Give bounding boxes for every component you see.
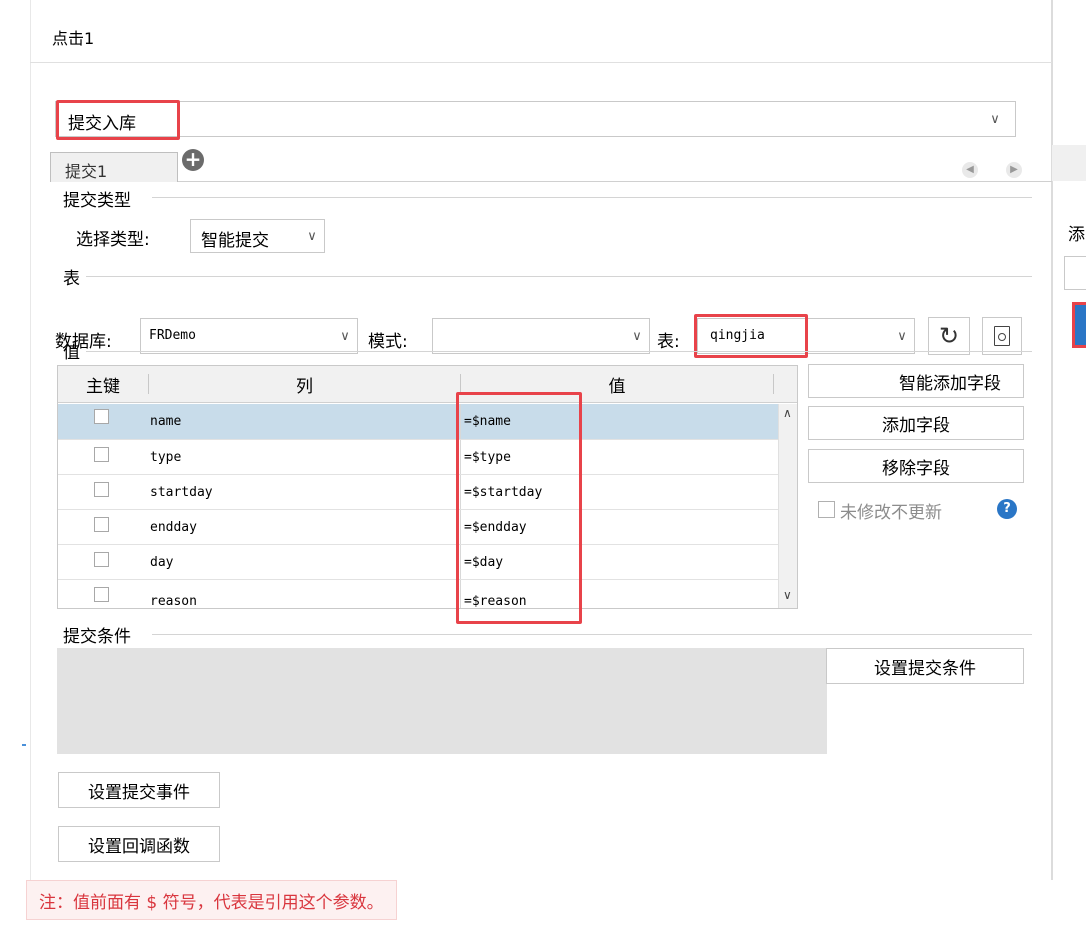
section-divider-condition — [152, 634, 1032, 635]
event-select[interactable]: 提交入库 ∨ — [55, 101, 1016, 137]
tab-submit1[interactable]: 提交1 — [50, 152, 178, 182]
row-value: =$type — [464, 450, 511, 465]
tab-scroll-right-icon[interactable]: ▶ — [1006, 162, 1022, 178]
preview-icon — [994, 326, 1010, 346]
header-primary-key: 主键 — [86, 377, 120, 397]
section-values: 值 — [63, 343, 80, 363]
set-submit-event-button[interactable]: 设置提交事件 — [58, 772, 220, 808]
add-field-button[interactable]: 添加字段 — [808, 406, 1024, 440]
right-panel-selected[interactable] — [1072, 302, 1086, 348]
chevron-down-icon: ∨ — [632, 328, 642, 344]
submit-type-value: 智能提交 — [201, 231, 269, 251]
right-panel — [1052, 0, 1086, 880]
row-value: =$startday — [464, 485, 543, 500]
table-label: 表: — [657, 332, 680, 352]
chevron-down-icon: ∨ — [307, 228, 317, 244]
right-panel-header — [1052, 145, 1086, 181]
row-column: reason — [150, 594, 197, 609]
set-condition-button[interactable]: 设置提交条件 — [826, 648, 1024, 684]
table-row[interactable]: name =$name — [58, 404, 778, 439]
section-divider-table — [86, 276, 1032, 277]
smart-add-field-button[interactable]: 智能添加字段 — [808, 364, 1024, 398]
submit-type-select[interactable]: 智能提交 ∨ — [190, 219, 325, 253]
table-row[interactable]: endday =$endday — [58, 509, 778, 545]
table-row[interactable]: day =$day — [58, 544, 778, 580]
preview-button[interactable] — [982, 317, 1022, 355]
right-panel-input[interactable] — [1064, 256, 1086, 290]
event-select-value: 提交入库 — [68, 114, 136, 134]
values-table: 主键 列 值 name =$name type =$type startday … — [57, 365, 798, 609]
primary-key-checkbox[interactable] — [94, 587, 109, 602]
add-tab-icon[interactable]: + — [182, 149, 204, 171]
row-column: endday — [150, 520, 197, 535]
condition-area — [57, 648, 827, 754]
table-row[interactable]: type =$type — [58, 439, 778, 475]
refresh-button[interactable]: ↻ — [928, 317, 970, 355]
row-column: startday — [150, 485, 213, 500]
section-submit-type: 提交类型 — [63, 191, 131, 211]
remove-field-button[interactable]: 移除字段 — [808, 449, 1024, 483]
row-value: =$day — [464, 555, 504, 570]
table-row[interactable]: reason =$reason — [58, 579, 778, 609]
no-update-label: 未修改不更新 — [840, 503, 942, 523]
primary-key-checkbox[interactable] — [94, 447, 109, 462]
table-value: qingjia — [710, 328, 765, 343]
help-icon[interactable]: ? — [997, 499, 1017, 519]
section-divider-submit-type — [152, 197, 1032, 198]
submit-type-label: 选择类型: — [76, 230, 150, 250]
table-select[interactable]: qingjia ∨ — [697, 318, 915, 354]
db-select[interactable]: FRDemo ∨ — [140, 318, 358, 354]
table-row[interactable]: startday =$startday — [58, 474, 778, 510]
scroll-up-icon[interactable]: ∧ — [783, 406, 792, 420]
scroll-down-icon[interactable]: ∨ — [783, 588, 792, 602]
primary-key-checkbox[interactable] — [94, 517, 109, 532]
right-panel-label: 添 — [1068, 225, 1085, 245]
set-callback-button[interactable]: 设置回调函数 — [58, 826, 220, 862]
dialog-title: 点击1 — [52, 29, 95, 48]
row-value: =$endday — [464, 520, 527, 535]
chevron-down-icon: ∨ — [897, 328, 907, 344]
section-divider-values — [86, 351, 1032, 352]
refresh-icon: ↻ — [938, 322, 960, 350]
row-column: name — [150, 414, 182, 429]
primary-key-checkbox[interactable] — [94, 409, 109, 424]
chevron-down-icon: ∨ — [990, 111, 1000, 127]
header-column: 列 — [296, 377, 313, 397]
row-column: day — [150, 555, 174, 570]
chevron-down-icon: ∨ — [340, 328, 350, 344]
row-column: type — [150, 450, 182, 465]
left-edge-mark — [22, 744, 26, 746]
note-text: 注：值前面有 $ 符号，代表是引用这个参数。 — [26, 880, 397, 920]
schema-select[interactable]: ∨ — [432, 318, 650, 354]
header-value: 值 — [608, 377, 626, 397]
section-condition: 提交条件 — [63, 627, 131, 647]
row-value: =$name — [464, 414, 511, 429]
schema-label: 模式: — [368, 332, 408, 352]
db-value: FRDemo — [149, 328, 196, 343]
primary-key-checkbox[interactable] — [94, 482, 109, 497]
table-scrollbar[interactable]: ∧ ∨ — [778, 404, 797, 608]
primary-key-checkbox[interactable] — [94, 552, 109, 567]
tab-bar-line — [178, 181, 1052, 182]
section-table: 表 — [63, 269, 80, 289]
title-divider — [30, 62, 1052, 63]
no-update-checkbox[interactable] — [818, 501, 835, 518]
row-value: =$reason — [464, 594, 527, 609]
tab-scroll-left-icon[interactable]: ◀ — [962, 162, 978, 178]
tab-label: 提交1 — [65, 162, 108, 181]
